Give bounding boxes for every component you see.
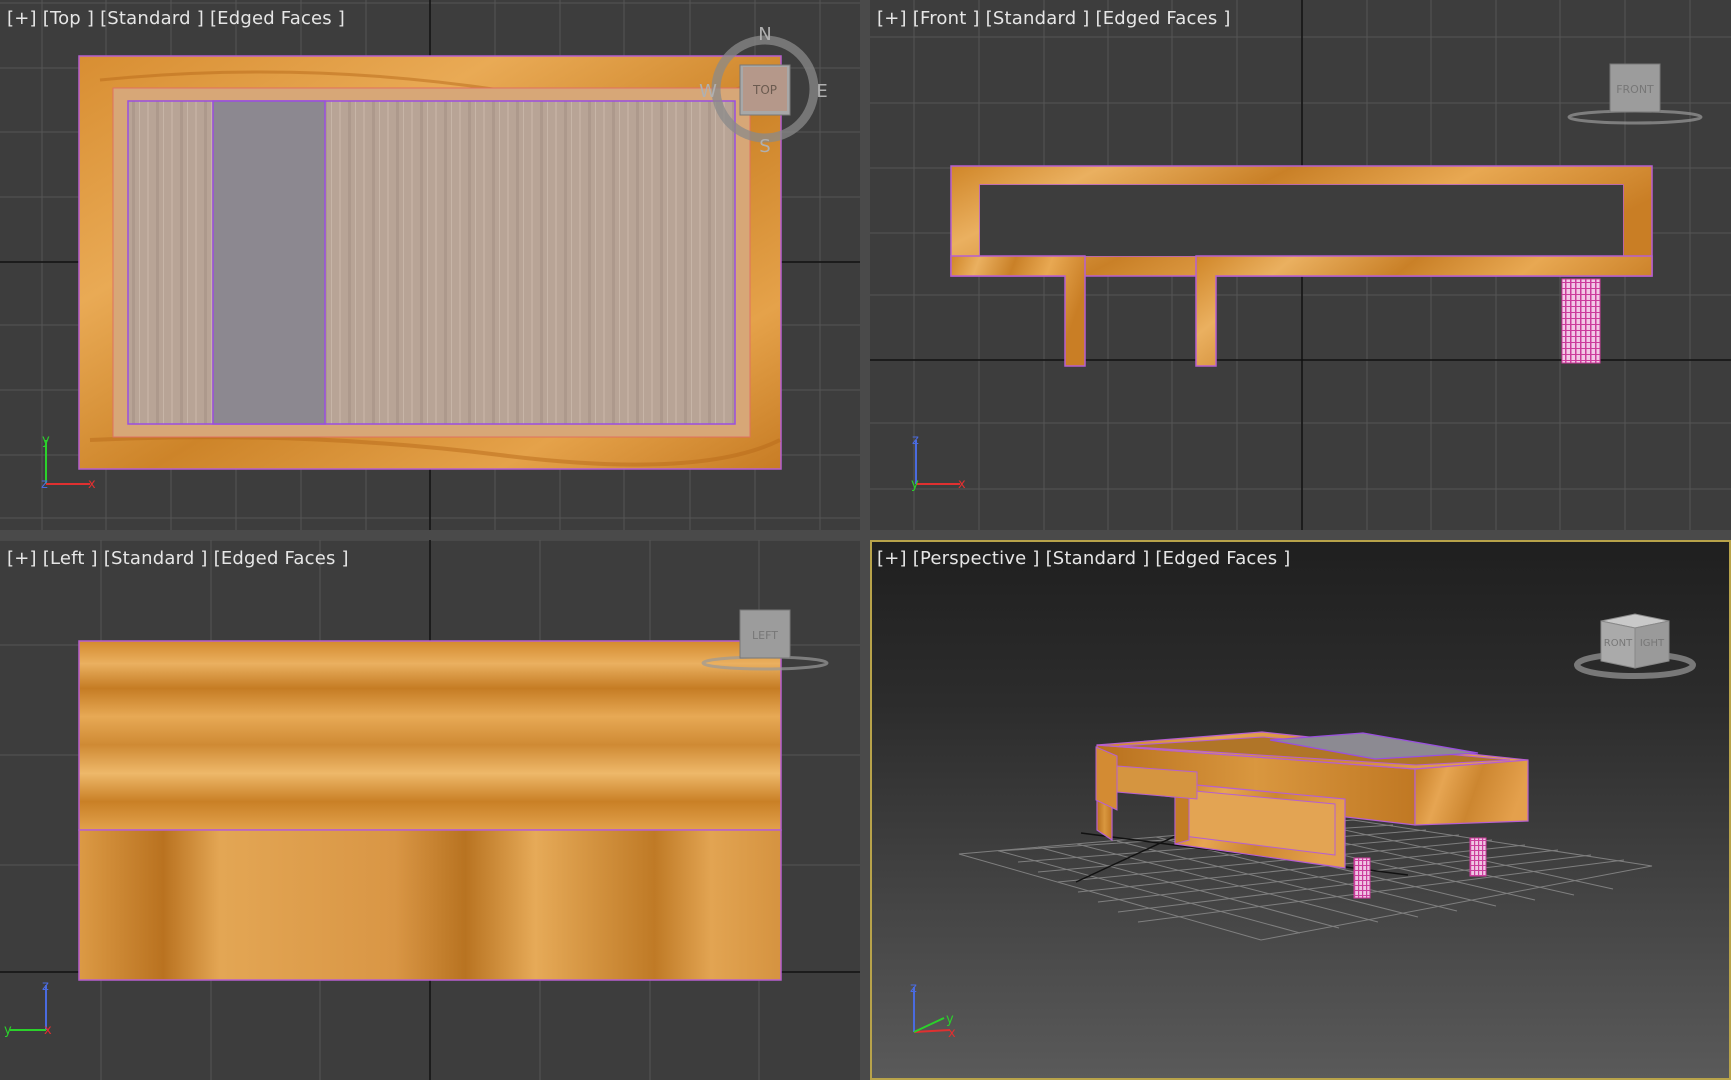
svg-text:x: x xyxy=(948,1026,956,1041)
svg-text:x: x xyxy=(44,1023,52,1038)
viewport-faces[interactable]: [Edged Faces ] xyxy=(210,8,345,29)
viewcube-perspective[interactable]: RONT IGHT xyxy=(1574,613,1696,679)
viewport-top-label[interactable]: [+] [Top ] [Standard ] [Edged Faces ] xyxy=(7,8,351,29)
viewport-view-name[interactable]: [Left ] xyxy=(43,548,98,569)
viewcube-persp-front-label[interactable]: RONT xyxy=(1604,638,1633,649)
table-leg[interactable] xyxy=(1469,837,1487,877)
viewport-left[interactable]: LEFT z y x [+] [Left ] [Standard ] [Edged F… xyxy=(0,540,860,1080)
axis-tripod: z y x xyxy=(910,981,956,1041)
viewport-perspective-label[interactable]: [+] [Perspective ] [Standard ] [Edged Faces… xyxy=(877,548,1297,569)
svg-text:y: y xyxy=(4,1023,12,1038)
viewport-view-name[interactable]: [Front ] xyxy=(913,8,980,29)
axis-tripod: z y x xyxy=(4,979,52,1038)
svg-text:y: y xyxy=(911,477,919,492)
viewcube-left-label[interactable]: LEFT xyxy=(752,629,778,642)
viewport-top[interactable]: TOP N S E W y x z [+] [Top ] [Standard ] [E… xyxy=(0,0,860,530)
svg-text:z: z xyxy=(42,979,49,994)
viewport-shading[interactable]: [Standard ] xyxy=(100,8,204,29)
viewport-shading[interactable]: [Standard ] xyxy=(986,8,1090,29)
svg-text:z: z xyxy=(910,981,917,996)
left-view-canvas[interactable]: LEFT z y x xyxy=(0,540,860,1080)
viewport-left-label[interactable]: [+] [Left ] [Standard ] [Edged Faces ] xyxy=(7,548,355,569)
viewport-menu-plus[interactable]: [+] xyxy=(7,548,37,569)
viewport-view-name[interactable]: [Perspective ] xyxy=(913,548,1040,569)
viewcube-persp-right-label[interactable]: IGHT xyxy=(1640,638,1665,649)
viewport-faces[interactable]: [Edged Faces ] xyxy=(1096,8,1231,29)
table-top-view[interactable] xyxy=(78,55,782,470)
svg-text:y: y xyxy=(946,1012,954,1027)
svg-text:x: x xyxy=(958,477,966,492)
viewcube-top-label[interactable]: TOP xyxy=(752,83,777,97)
viewcube-front-label[interactable]: FRONT xyxy=(1616,83,1654,96)
top-view-canvas[interactable]: TOP N S E W y x z xyxy=(0,0,860,530)
svg-text:z: z xyxy=(41,477,48,492)
compass-north[interactable]: N xyxy=(758,24,771,45)
viewport-menu-plus[interactable]: [+] xyxy=(877,548,907,569)
compass-east[interactable]: E xyxy=(816,81,827,102)
svg-text:z: z xyxy=(912,433,919,448)
viewport-perspective[interactable]: RONT IGHT z y x [+] [Perspective ] [Standa… xyxy=(870,540,1731,1080)
viewport-view-name[interactable]: [Top ] xyxy=(43,8,94,29)
viewport-menu-plus[interactable]: [+] xyxy=(877,8,907,29)
viewport-menu-plus[interactable]: [+] xyxy=(7,8,37,29)
svg-text:y: y xyxy=(42,433,50,448)
compass-south[interactable]: S xyxy=(759,136,770,157)
svg-text:x: x xyxy=(88,477,96,492)
table-leg[interactable] xyxy=(1353,857,1371,899)
table-left-view[interactable] xyxy=(78,640,782,981)
front-view-canvas[interactable]: FRONT z x y xyxy=(870,0,1731,530)
table-perspective[interactable] xyxy=(1095,731,1529,899)
viewport-shading[interactable]: [Standard ] xyxy=(104,548,208,569)
viewport-front[interactable]: FRONT z x y [+] [Front ] [Standard ] [Edged… xyxy=(870,0,1731,530)
viewcube-front[interactable]: FRONT xyxy=(1567,63,1703,125)
compass-west[interactable]: W xyxy=(699,81,717,102)
viewport-faces[interactable]: [Edged Faces ] xyxy=(1155,548,1290,569)
table-leg[interactable] xyxy=(1561,278,1601,364)
viewport-faces[interactable]: [Edged Faces ] xyxy=(214,548,349,569)
viewport-front-label[interactable]: [+] [Front ] [Standard ] [Edged Faces ] xyxy=(877,8,1237,29)
axis-tripod: z x y xyxy=(911,433,966,492)
perspective-view-canvas[interactable]: RONT IGHT z y x xyxy=(870,540,1731,1080)
viewport-shading[interactable]: [Standard ] xyxy=(1046,548,1150,569)
